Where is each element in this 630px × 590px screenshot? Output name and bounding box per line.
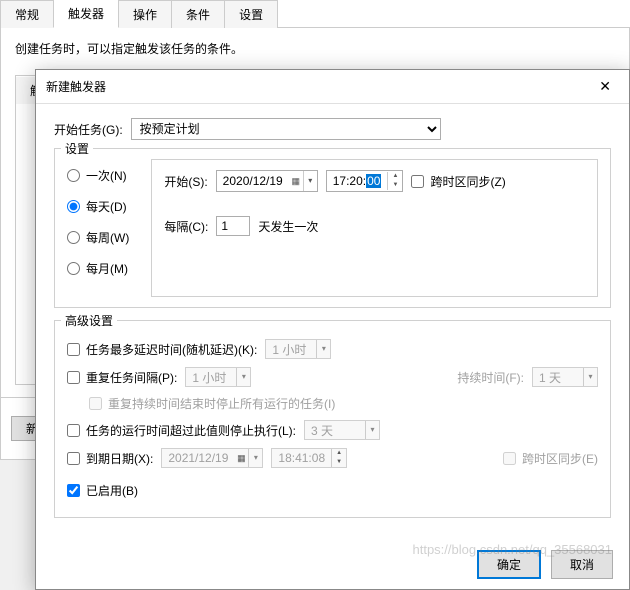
stop-all-checkbox: 重复持续时间结束时停止所有运行的任务(I) <box>89 395 335 412</box>
frequency-radios: 一次(N) 每天(D) 每周(W) 每月(M) <box>67 159 137 297</box>
interval-input[interactable] <box>216 216 250 236</box>
delay-combo: 1 小时 ▾ <box>265 339 331 359</box>
dialog-title-bar: 新建触发器 ✕ <box>36 70 629 104</box>
radio-daily-input[interactable] <box>67 200 80 213</box>
start-label: 开始(S): <box>164 173 207 190</box>
duration-label: 持续时间(F): <box>457 369 524 386</box>
expire-sync-tz-checkbox: 跨时区同步(E) <box>503 450 598 467</box>
chevron-down-icon: ▾ <box>236 368 250 386</box>
settings-group-label: 设置 <box>61 140 93 157</box>
advanced-group: 高级设置 任务最多延迟时间(随机延迟)(K): 1 小时 ▾ 重复任务间隔(P)… <box>54 320 611 518</box>
tab-conditions[interactable]: 条件 <box>171 0 225 28</box>
close-icon[interactable]: ✕ <box>591 76 619 97</box>
time-spinner: ▲▼ <box>331 449 346 467</box>
radio-weekly[interactable]: 每周(W) <box>67 229 129 246</box>
begin-task-label: 开始任务(G): <box>54 121 123 138</box>
radio-monthly-input[interactable] <box>67 262 80 275</box>
sync-tz-checkbox[interactable]: 跨时区同步(Z) <box>411 173 505 190</box>
tab-settings[interactable]: 设置 <box>224 0 278 28</box>
main-tabs: 常规 触发器 操作 条件 设置 <box>0 0 630 28</box>
expire-checkbox[interactable]: 到期日期(X): <box>67 450 153 467</box>
radio-daily[interactable]: 每天(D) <box>67 198 129 215</box>
repeat-checkbox[interactable]: 重复任务间隔(P): <box>67 369 177 386</box>
interval-suffix: 天发生一次 <box>258 218 318 235</box>
advanced-group-label: 高级设置 <box>61 312 117 329</box>
stop-after-checkbox[interactable]: 任务的运行时间超过此值则停止执行(L): <box>67 422 296 439</box>
enabled-checkbox[interactable]: 已启用(B) <box>67 482 138 499</box>
chevron-down-icon: ▾ <box>365 421 379 439</box>
radio-weekly-input[interactable] <box>67 231 80 244</box>
chevron-down-icon: ▾ <box>316 340 330 358</box>
dialog-button-row: 确定 取消 <box>36 540 629 589</box>
time-spinner[interactable]: ▲▼ <box>387 172 402 190</box>
expire-date-picker: 2021/12/19 ▦ ▾ <box>161 448 263 468</box>
triggers-description: 创建任务时，可以指定触发该任务的条件。 <box>15 40 615 57</box>
duration-combo: 1 天 ▾ <box>532 367 598 387</box>
sync-tz-input[interactable] <box>411 175 424 188</box>
repeat-combo: 1 小时 ▾ <box>185 367 251 387</box>
radio-once[interactable]: 一次(N) <box>67 167 129 184</box>
calendar-icon: ▦ <box>234 453 248 464</box>
chevron-down-icon: ▾ <box>248 449 262 467</box>
tab-triggers[interactable]: 触发器 <box>53 0 119 28</box>
begin-task-select[interactable]: 按预定计划 <box>131 118 441 140</box>
tab-general[interactable]: 常规 <box>0 0 54 28</box>
start-date-picker[interactable]: 2020/12/19 ▦ ▾ <box>216 170 318 192</box>
tab-actions[interactable]: 操作 <box>118 0 172 28</box>
start-time-picker[interactable]: 17:20:00 ▲▼ <box>326 170 404 192</box>
delay-checkbox[interactable]: 任务最多延迟时间(随机延迟)(K): <box>67 341 257 358</box>
dialog-title: 新建触发器 <box>46 78 106 95</box>
calendar-icon: ▦ <box>289 176 303 187</box>
stop-after-combo: 3 天 ▾ <box>304 420 380 440</box>
interval-label: 每隔(C): <box>164 218 208 235</box>
chevron-down-icon: ▾ <box>583 368 597 386</box>
schedule-panel: 开始(S): 2020/12/19 ▦ ▾ 17:20:00 ▲▼ 跨时 <box>151 159 598 297</box>
radio-monthly[interactable]: 每月(M) <box>67 260 129 277</box>
settings-group: 设置 一次(N) 每天(D) 每周(W) <box>54 148 611 308</box>
radio-once-input[interactable] <box>67 169 80 182</box>
expire-time-picker: 18:41:08 ▲▼ <box>271 448 347 468</box>
new-trigger-dialog: 新建触发器 ✕ 开始任务(G): 按预定计划 设置 一次(N) 每天(D) <box>35 69 630 590</box>
chevron-down-icon: ▾ <box>303 171 317 191</box>
